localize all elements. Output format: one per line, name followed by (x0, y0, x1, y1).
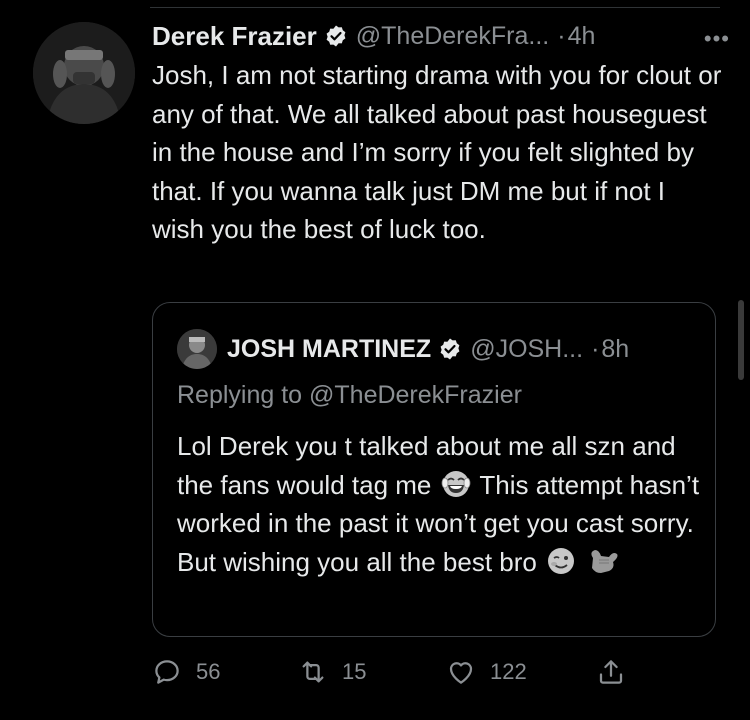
tweet-actions: 56 15 122 (152, 650, 632, 694)
replying-to: Replying to @TheDerekFrazier (177, 381, 522, 409)
verified-icon (438, 337, 462, 361)
winking-emoji (546, 546, 576, 576)
quote-author-avatar (177, 329, 217, 369)
reply-button[interactable]: 56 (152, 650, 220, 694)
tweet-header: Derek Frazier @TheDerekFra... · 4h (152, 18, 722, 54)
separator-dot: · (557, 21, 566, 50)
tweet-page: Derek Frazier @TheDerekFra... · 4h ••• J… (0, 0, 750, 720)
author-avatar[interactable] (33, 22, 135, 124)
reply-count: 56 (196, 659, 221, 684)
reply-icon (155, 660, 179, 684)
avatar-photo (33, 22, 135, 124)
quote-author-name: JOSH MARTINEZ (227, 334, 432, 363)
quote-body: Lol Derek you t talked about me all szn … (177, 427, 707, 581)
quote-time: 8h (601, 334, 630, 363)
laughing-tears-emoji (441, 469, 471, 499)
like-button[interactable]: 122 (446, 650, 527, 694)
more-icon[interactable]: ••• (704, 26, 730, 52)
divider (150, 7, 720, 8)
quote-header: JOSH MARTINEZ @JOSH... · 8h (177, 329, 629, 369)
tweet-time[interactable]: 4h (568, 22, 596, 51)
retweet-count: 15 (342, 659, 367, 684)
tweet: Derek Frazier @TheDerekFra... · 4h ••• J… (152, 18, 729, 249)
quote-author-handle: @JOSH... (470, 334, 584, 363)
like-count: 122 (490, 659, 527, 684)
tweet-body: Josh, I am not starting drama with you f… (152, 60, 722, 244)
like-icon (449, 662, 473, 684)
retweet-button[interactable]: 15 (298, 650, 366, 694)
call-me-hand-emoji (587, 546, 618, 576)
scrollbar[interactable] (738, 300, 744, 380)
retweet-icon (302, 661, 324, 683)
verified-icon (324, 24, 348, 48)
share-icon (599, 660, 623, 684)
author-name[interactable]: Derek Frazier (152, 21, 317, 52)
quoted-tweet[interactable]: JOSH MARTINEZ @JOSH... · 8h Replying to … (152, 302, 716, 637)
separator-dot: · (591, 334, 600, 363)
author-handle[interactable]: @TheDerekFra... (356, 22, 549, 51)
share-button[interactable] (596, 650, 626, 694)
